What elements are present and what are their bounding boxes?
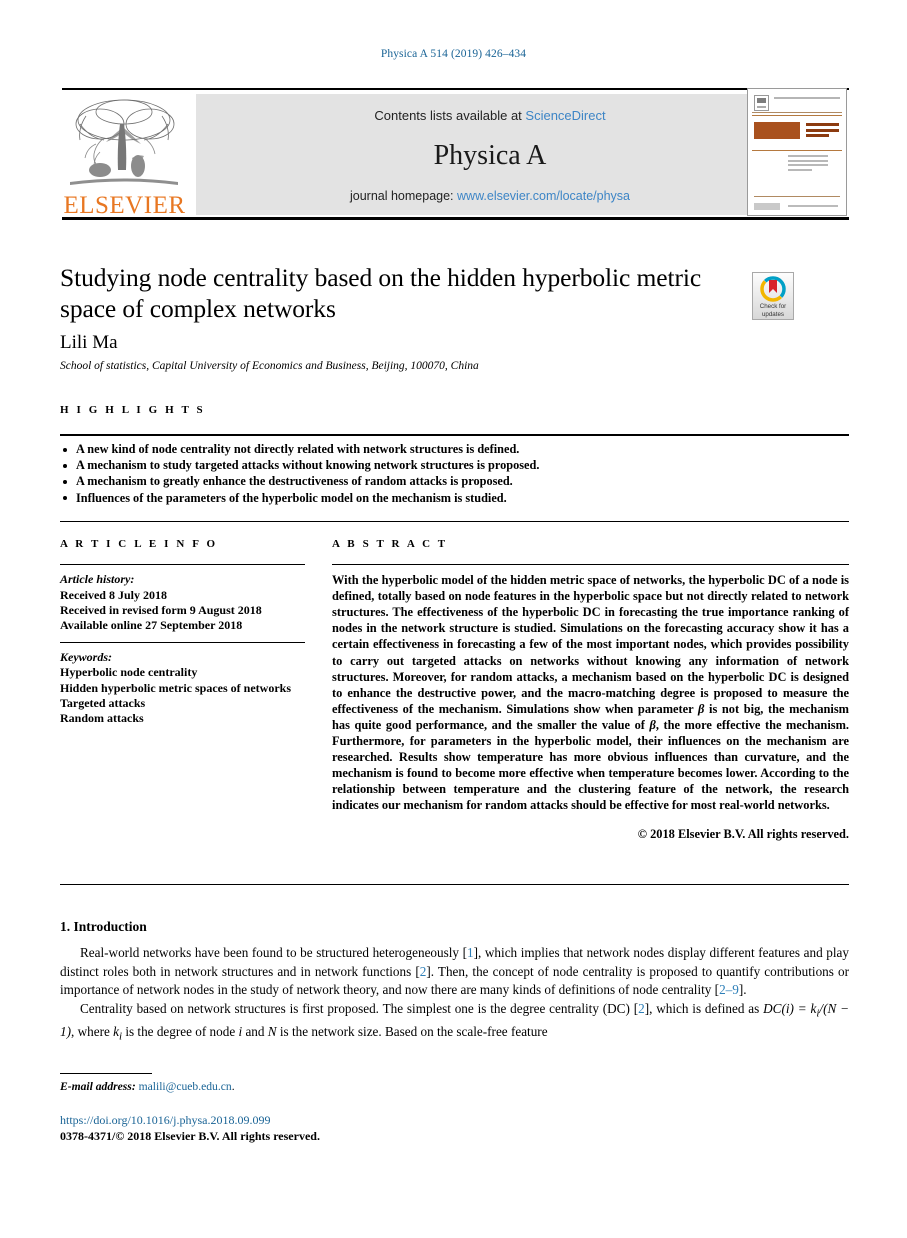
email-period: . xyxy=(231,1080,235,1093)
highlights-heading: H I G H L I G H T S xyxy=(60,404,206,416)
journal-title: Physica A xyxy=(433,140,547,171)
abstract-part-1: With the hyperbolic model of the hidden … xyxy=(332,573,849,716)
citation-link[interactable]: 2 xyxy=(638,1001,645,1016)
history-received: Received 8 July 2018 xyxy=(60,587,167,602)
author-name: Lili Ma xyxy=(60,332,118,353)
abstract-heading: A B S T R A C T xyxy=(332,538,448,550)
cover-subtitle-lines xyxy=(806,123,839,140)
cover-title-band xyxy=(752,115,842,151)
citation-link[interactable]: 2–9 xyxy=(719,982,739,997)
crossmark-icon xyxy=(760,276,786,302)
introduction-heading: 1. Introduction xyxy=(60,919,147,934)
cover-author-lines xyxy=(788,155,828,173)
keyword-item: Targeted attacks xyxy=(60,696,146,711)
highlights-top-rule xyxy=(60,434,849,437)
para2-text-d: is the degree of node xyxy=(122,1024,239,1040)
keyword-item: Random attacks xyxy=(60,711,144,726)
abstract-copyright: © 2018 Elsevier B.V. All rights reserved… xyxy=(637,826,849,841)
email-label: E-mail address: xyxy=(60,1080,136,1093)
para2-text-e: and xyxy=(242,1024,268,1040)
list-item: Influences of the parameters of the hype… xyxy=(60,490,849,506)
issn-copyright: 0378-4371/© 2018 Elsevier B.V. All right… xyxy=(60,1129,320,1143)
cover-logo-icon xyxy=(754,95,769,111)
article-history-label: Article history: xyxy=(60,572,135,587)
article-info-rule xyxy=(60,564,305,566)
para2-text-a: Centrality based on network structures i… xyxy=(80,1000,639,1016)
journal-cover-thumbnail xyxy=(747,88,847,216)
para2-text-b: ], which is defined as xyxy=(644,1000,764,1016)
keyword-item: Hidden hyperbolic metric spaces of netwo… xyxy=(60,680,291,695)
keyword-item: Hyperbolic node centrality xyxy=(60,665,198,680)
abstract-part-3: , the more effective the mechanism. Furt… xyxy=(332,717,849,813)
article-info-separator xyxy=(60,641,305,643)
homepage-prefix: journal homepage: xyxy=(349,189,458,203)
contents-available-line: Contents lists available at ScienceDirec… xyxy=(196,108,784,123)
masthead-bottom-rule xyxy=(62,217,849,220)
article-info-heading: A R T I C L E I N F O xyxy=(60,538,218,550)
sciencedirect-link[interactable]: ScienceDirect xyxy=(525,108,605,123)
cover-rule-bottom xyxy=(754,196,840,197)
keywords-group: Keywords: Hyperbolic node centrality Hid… xyxy=(60,650,305,727)
journal-masthead: ELSEVIER Contents lists available at Sci… xyxy=(62,88,849,220)
footnote-rule xyxy=(60,1073,152,1074)
doi-link[interactable]: https://doi.org/10.1016/j.physa.2018.09.… xyxy=(60,1113,270,1128)
cover-header-text xyxy=(774,97,840,100)
abstract-rule xyxy=(332,564,849,566)
journal-homepage-link[interactable]: www.elsevier.com/locate/physa xyxy=(457,189,630,203)
keywords-label: Keywords: xyxy=(60,649,112,664)
crossmark-label-line2: updates xyxy=(761,310,785,318)
para1-text-d: ]. xyxy=(738,982,747,998)
abstract-text: With the hyperbolic model of the hidden … xyxy=(332,572,849,813)
highlights-list: A new kind of node centrality not direct… xyxy=(60,441,849,506)
title-block: Studying node centrality based on the hi… xyxy=(60,262,730,324)
paragraph: Centrality based on network structures i… xyxy=(60,1000,849,1046)
running-head: Physica A 514 (2019) 426–434 xyxy=(380,48,527,60)
elsevier-logo: ELSEVIER xyxy=(62,94,187,219)
author-affiliation: School of statistics, Capital University… xyxy=(60,360,479,372)
abstract-column: A B S T R A C T With the hyperbolic mode… xyxy=(332,538,849,842)
article-info-column: A R T I C L E I N F O Article history: R… xyxy=(60,538,305,727)
masthead-top-rule xyxy=(62,88,849,90)
crossmark-label-line1: Check for xyxy=(759,303,787,310)
introduction-body: Real-world networks have been found to b… xyxy=(60,944,849,1046)
para2-symbol-N: N xyxy=(267,1024,277,1040)
list-item: A mechanism to study targeted attacks wi… xyxy=(60,457,849,473)
history-online: Available online 27 September 2018 xyxy=(60,618,243,633)
list-item: A mechanism to greatly enhance the destr… xyxy=(60,473,849,489)
article-history-group: Article history: Received 8 July 2018 Re… xyxy=(60,572,305,634)
citation-link[interactable]: 1 xyxy=(467,945,474,960)
para2-text-f: is the network size. Based on the scale-… xyxy=(276,1024,548,1040)
cover-rule-top xyxy=(752,112,842,113)
history-revised: Received in revised form 9 August 2018 xyxy=(60,602,262,617)
paper-page: Physica A 514 (2019) 426–434 ELSEVIER Co… xyxy=(0,0,907,1238)
footnote-email: E-mail address: malili@cueb.edu.cn. xyxy=(60,1080,235,1093)
list-item: A new kind of node centrality not direct… xyxy=(60,441,849,457)
para1-text-a: Real-world networks have been found to b… xyxy=(80,945,468,960)
contents-prefix: Contents lists available at xyxy=(374,108,526,123)
highlights-bottom-rule xyxy=(60,521,849,523)
para2-formula: DC(i) = k xyxy=(763,1000,817,1016)
email-link[interactable]: malili@cueb.edu.cn xyxy=(139,1080,232,1093)
body-top-rule xyxy=(60,884,849,886)
masthead-panel: Contents lists available at ScienceDirec… xyxy=(196,94,784,215)
paragraph: Real-world networks have been found to b… xyxy=(60,944,849,1000)
page-title: Studying node centrality based on the hi… xyxy=(60,263,702,323)
elsevier-tree-icon xyxy=(66,94,181,190)
cover-footer-block xyxy=(754,203,780,210)
cover-footer-line xyxy=(788,205,838,207)
cover-brand-block xyxy=(754,122,800,139)
elsevier-wordmark: ELSEVIER xyxy=(63,192,186,219)
crossmark-badge[interactable]: Check for updates xyxy=(752,272,794,320)
journal-homepage-line: journal homepage: www.elsevier.com/locat… xyxy=(196,189,784,203)
para2-text-c: , where xyxy=(71,1024,114,1040)
